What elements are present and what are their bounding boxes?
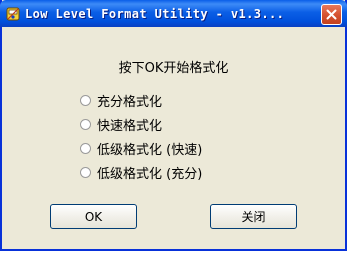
option-full-format[interactable]: 充分格式化 — [80, 88, 202, 112]
option-label: 低级格式化 (充分) — [97, 166, 203, 182]
dialog-window: Low Level Format Utility - v1.3... 按下OK开… — [0, 0, 347, 251]
option-label: 低级格式化 (快速) — [97, 142, 203, 158]
radio-low-level-quick[interactable] — [80, 142, 91, 154]
title-bar[interactable]: Low Level Format Utility - v1.3... — [0, 0, 347, 27]
close-icon — [326, 9, 337, 20]
radio-low-level-full[interactable] — [80, 166, 91, 178]
format-utility-icon — [5, 6, 21, 22]
radio-quick-format[interactable] — [80, 118, 91, 130]
option-label: 快速格式化 — [97, 118, 163, 134]
radio-full-format[interactable] — [80, 94, 91, 106]
instruction-text: 按下OK开始格式化 — [118, 61, 229, 76]
option-quick-format[interactable]: 快速格式化 — [80, 112, 202, 136]
window-title: Low Level Format Utility - v1.3... — [25, 7, 285, 21]
option-low-level-quick[interactable]: 低级格式化 (快速) — [80, 136, 202, 160]
close-window-button[interactable] — [321, 4, 342, 25]
option-label: 充分格式化 — [97, 94, 163, 110]
close-button[interactable]: 关闭 — [210, 204, 297, 229]
ok-button[interactable]: OK — [50, 204, 137, 229]
format-options: 充分格式化 快速格式化 低级格式化 (快速) 低级格式化 (充分) — [80, 88, 202, 184]
option-low-level-full[interactable]: 低级格式化 (充分) — [80, 160, 202, 184]
